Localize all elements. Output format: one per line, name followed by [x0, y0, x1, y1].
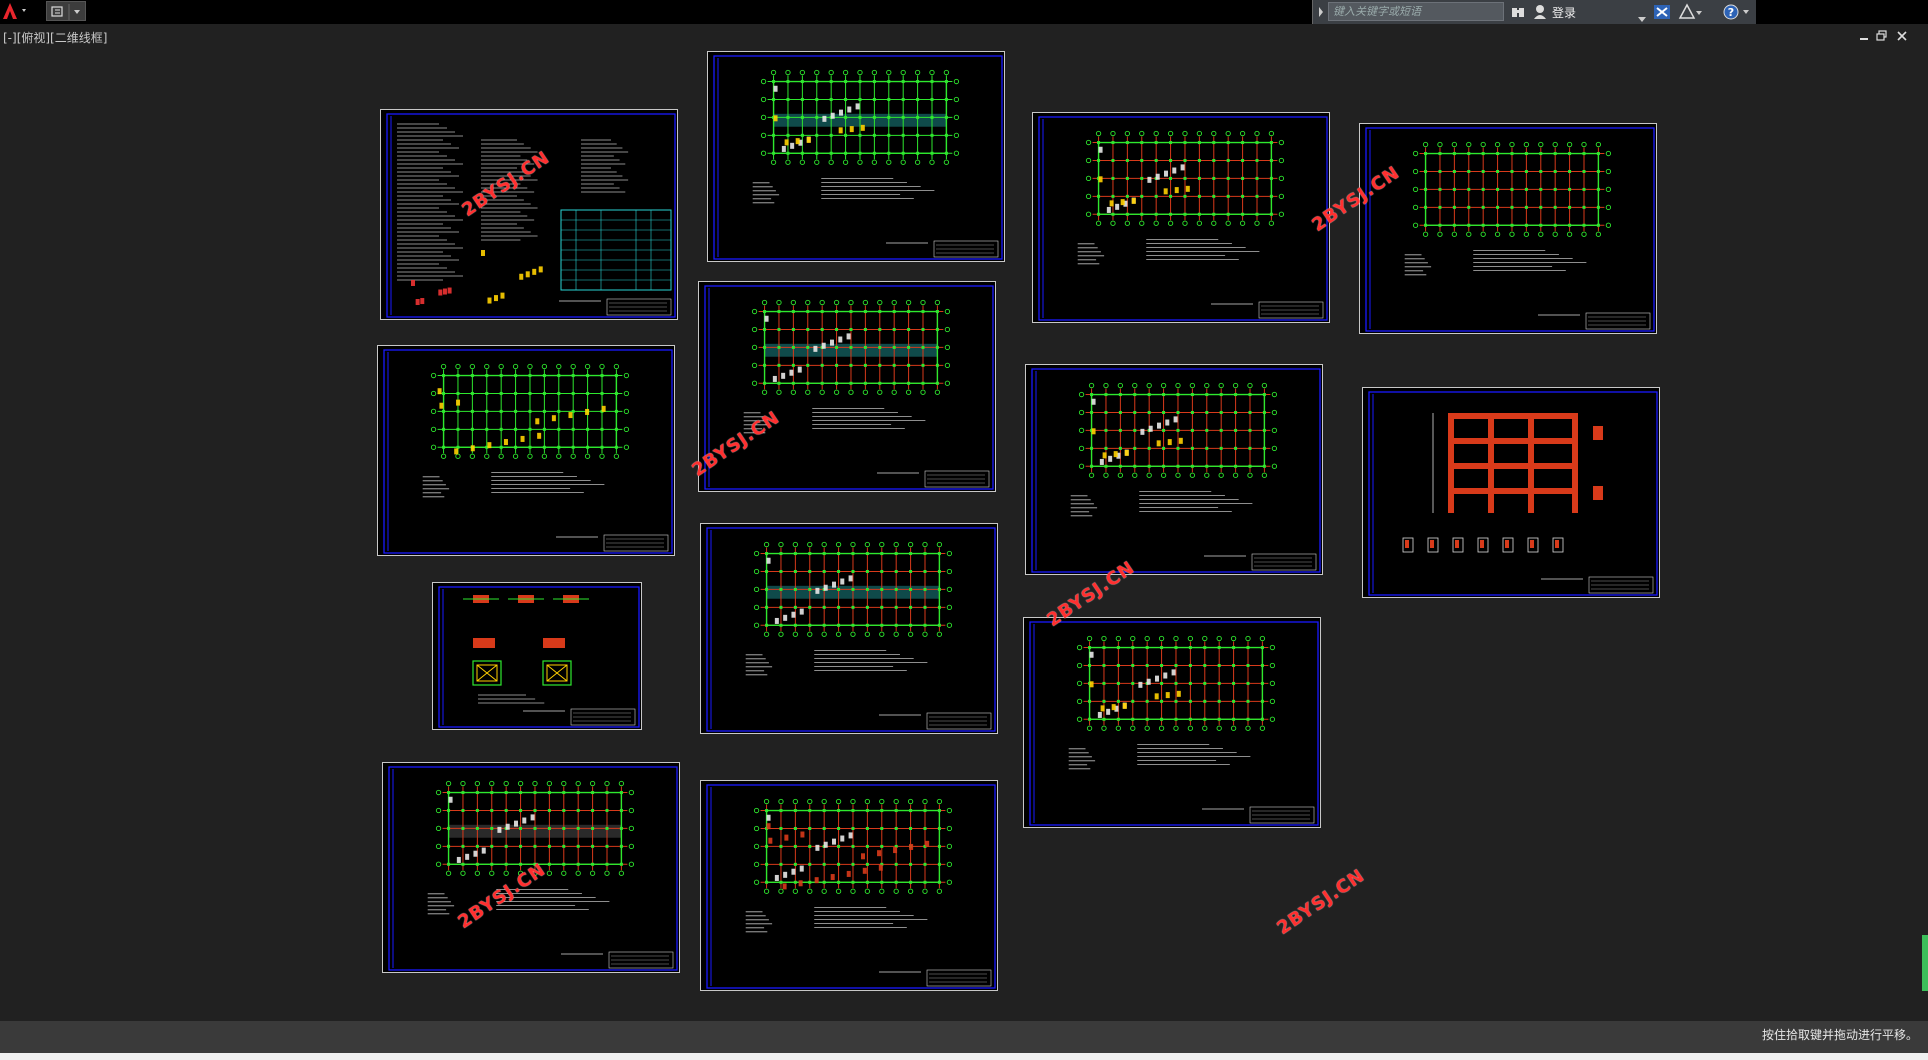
sheet-drawing-graphic: [706, 527, 996, 732]
watermark-text: 2BYSJ.CN: [1273, 865, 1369, 939]
sheet-drawing-graphic: [706, 784, 996, 989]
drawing-sheet-plan-9[interactable]: [700, 780, 998, 991]
drawing-sheet-foundation-plan[interactable]: [377, 345, 675, 556]
sheet-drawing-graphic: [713, 55, 1003, 260]
sheet-drawing-graphic: [1365, 127, 1655, 332]
vertical-scroll-indicator[interactable]: [1922, 935, 1928, 991]
user-icon[interactable]: [1532, 3, 1548, 25]
drawing-sheet-plan-4[interactable]: [698, 281, 996, 492]
sheet-drawing-graphic: [1029, 621, 1319, 826]
login-link[interactable]: 登录: [1552, 4, 1576, 21]
sheet-drawing-graphic: [438, 586, 640, 728]
drawing-sheet-plan-3[interactable]: [1359, 123, 1657, 334]
workspace-icon: [51, 4, 80, 20]
drawing-sheet-frame-elevation[interactable]: [1362, 387, 1660, 598]
search-input[interactable]: 键入关键字或短语: [1328, 2, 1504, 21]
binoculars-icon[interactable]: [1510, 4, 1526, 24]
autocad-logo-icon: [3, 3, 26, 19]
sheet-drawing-graphic: [1031, 368, 1321, 573]
status-bar: [0, 1021, 1928, 1053]
a360-icon[interactable]: [1678, 3, 1702, 25]
sheet-drawing-graphic: [1038, 116, 1328, 321]
application-menu-button[interactable]: [0, 0, 36, 22]
drawing-sheet-plan-6[interactable]: [700, 523, 998, 734]
close-icon[interactable]: [1896, 30, 1908, 46]
viewport-label[interactable]: [-][俯视][二维线框]: [3, 29, 107, 46]
svg-text:?: ?: [1728, 6, 1734, 19]
minimize-icon[interactable]: [1858, 30, 1870, 46]
drawing-sheet-design-notes[interactable]: [380, 109, 678, 320]
exchange-icon[interactable]: [1653, 3, 1671, 25]
sheet-drawing-graphic: [1368, 391, 1658, 596]
sheet-drawing-graphic: [704, 285, 994, 490]
drawing-sheet-plan-2[interactable]: [1032, 112, 1330, 323]
drawing-sheet-plan-1[interactable]: [707, 51, 1005, 262]
window-bottom-edge: [0, 1053, 1928, 1060]
status-message: 按住拾取键并拖动进行平移。: [1761, 1028, 1918, 1042]
sheet-drawing-graphic: [383, 349, 673, 554]
drawing-sheet-plan-7[interactable]: [1023, 617, 1321, 828]
drawing-sheet-plan-5[interactable]: [1025, 364, 1323, 575]
drawing-sheet-details[interactable]: [432, 582, 642, 730]
quick-access-toolbar[interactable]: [46, 1, 86, 21]
login-dropdown-arrow-icon[interactable]: [1638, 8, 1646, 27]
help-icon[interactable]: ?: [1722, 3, 1752, 25]
restore-icon[interactable]: [1876, 30, 1888, 46]
sheet-drawing-graphic: [386, 113, 676, 318]
